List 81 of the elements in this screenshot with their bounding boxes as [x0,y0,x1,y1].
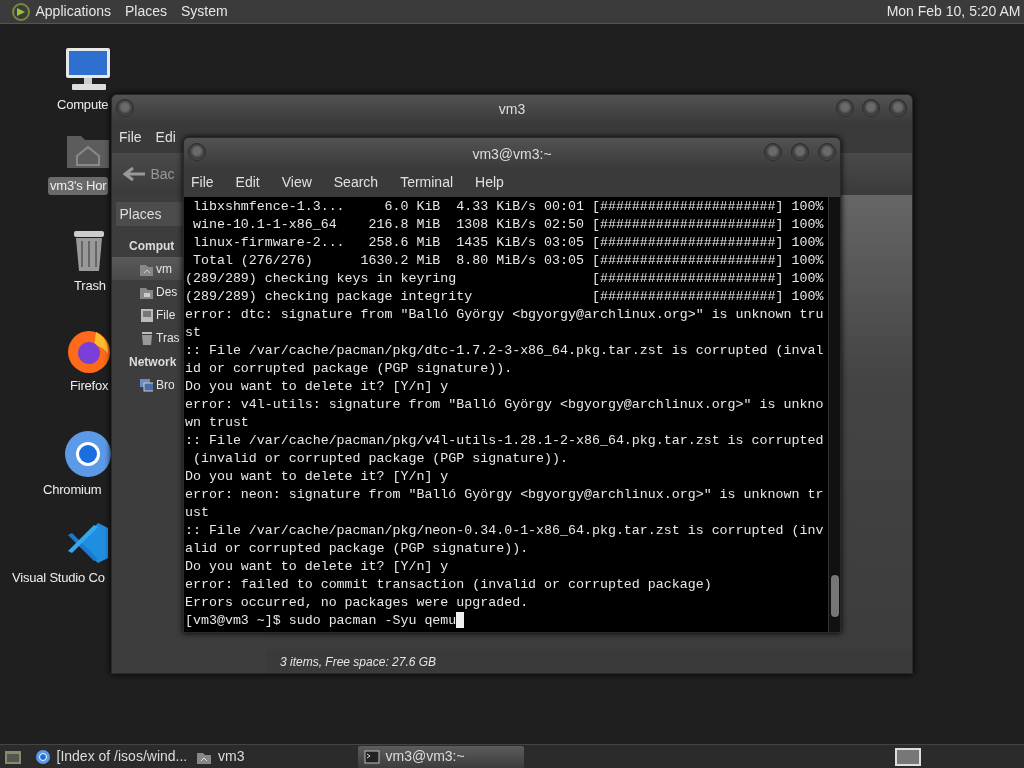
terminal-icon [363,748,380,765]
show-desktop-icon[interactable] [3,748,22,765]
chromium-icon [34,748,51,765]
terminal-line: (289/289) checking keys in keyring [######################] 100% [185,270,825,288]
chromium-icon[interactable] [64,430,112,478]
terminal-line: wn trust [185,414,250,432]
sidebar-item[interactable]: Des [112,280,183,303]
panel-menu[interactable]: Applications [35,1,111,22]
menu-item[interactable]: View [281,171,312,193]
menu-item[interactable]: Edi [155,126,176,148]
terminal-line: [vm3@vm3 ~]$ sudo pacman -Syu qemu [185,612,457,630]
firefox-icon[interactable] [66,328,112,374]
sidebar-item[interactable]: File [112,303,183,326]
sidebar-heading: Comput [129,238,175,255]
desktop-icon-label[interactable]: Compute [55,96,111,114]
window-menu-button[interactable] [188,143,206,161]
desktop-icon-label[interactable]: vm3's Hor [48,177,109,195]
status-bar-text: 3 items, Free space: 27.6 GB [280,653,437,671]
terminal-line: :: File /var/cache/pacman/pkg/neon-0.34.0-1-x86_64.pkg.tar.zst is corrupted (inv [185,522,825,540]
back-arrow-icon [123,166,147,182]
maximize-button[interactable] [791,143,809,161]
clock[interactable]: Mon Feb 10, 5:20 AM [886,1,1021,22]
sidebar-heading: Network [129,354,177,371]
terminal-line: error: dtc: signature from "Balló György <bgyorgy@archlinux.org>" is unknown tru [185,306,825,324]
sidebar-item[interactable]: Tras [112,326,183,349]
back-button[interactable]: Bac [119,163,179,185]
menu-item[interactable]: Edit [235,171,260,193]
window-title: vm3 [497,100,527,119]
minimize-button[interactable] [836,99,854,117]
terminal-line: linux-firmware-2... 258.6 MiB 1435 KiB/s 03:05 [######################] 100% [191,234,825,252]
sidebar-item[interactable]: vm [112,257,183,280]
menu-item[interactable]: File [191,171,214,193]
places-dropdown[interactable]: Places [115,202,184,226]
sidebar-item[interactable]: Bro [112,373,183,396]
maximize-button[interactable] [862,99,880,117]
text-cursor [456,612,465,628]
menu-item[interactable]: Help [475,171,504,193]
panel-menu[interactable]: System [181,1,228,22]
computer-icon[interactable] [64,46,112,92]
desktop-icon-label[interactable]: Chromium [41,481,104,499]
desktop-icon-label[interactable]: Firefox [68,377,111,395]
taskbar-button[interactable]: [Index of /isos/wind... [28,745,187,768]
taskbar-button[interactable]: vm3@vm3:~ [357,745,524,768]
trash-icon [139,329,153,346]
terminal-line: st [185,324,202,342]
terminal-line: (invalid or corrupted package (PGP signature)). [191,450,569,468]
terminal-line: Errors occurred, no packages were upgraded. [185,594,530,612]
terminal-line: :: File /var/cache/pacman/pkg/dtc-1.7.2-3-x86_64.pkg.tar.zst is corrupted (inval [185,342,825,360]
minimize-button[interactable] [764,143,782,161]
network-icon [139,376,153,393]
terminal-line: Total (276/276) 1630.2 MiB 8.80 MiB/s 03:05 [######################] 100% [191,252,825,270]
terminal-line: alid or corrupted package (PGP signature)). [185,540,530,558]
scrollbar-thumb[interactable] [831,575,839,617]
terminal-line: Do you want to delete it? [Y/n] y [185,468,450,486]
close-button[interactable] [889,99,907,117]
terminal-line: id or corrupted package (PGP signature)). [185,360,514,378]
desktop-icon-label[interactable]: Visual Studio Co [10,569,107,587]
terminal-line: ust [185,504,210,522]
desktop-icon-label[interactable]: Trash [72,277,108,295]
taskbar-button[interactable]: vm3 [190,745,354,768]
terminal-line: Do you want to delete it? [Y/n] y [185,558,450,576]
terminal-line: Do you want to delete it? [Y/n] y [185,378,450,396]
terminal-line: error: neon: signature from "Balló György <bgyorgy@archlinux.org>" is unknown tr [185,486,825,504]
terminal-line: (289/289) checking package integrity [######################] 100% [185,288,825,306]
menu-item[interactable]: File [119,126,142,148]
window-menu-button[interactable] [116,99,134,117]
terminal-line: wine-10.1-1-x86_64 216.8 MiB 1308 KiB/s 02:50 [######################] 100% [191,216,825,234]
code-editor-icon[interactable] [66,521,110,565]
terminal-line: error: failed to commit transaction (invalid or corrupted package) [185,576,713,594]
terminal-line: error: v4l-utils: signature from "Balló György <bgyorgy@archlinux.org>" is unkno [185,396,825,414]
panel-menu[interactable]: Places [125,1,168,22]
menu-item[interactable]: Search [333,171,379,193]
workspace-switcher[interactable] [894,747,921,766]
window-title: vm3@vm3:~ [471,145,553,164]
scrollbar[interactable] [828,197,840,632]
terminal-line: libxshmfence-1.3... 6.0 KiB 4.33 KiB/s 00:01 [######################] 100% [191,198,825,216]
terminal-line: :: File /var/cache/pacman/pkg/v4l-utils-1.28.1-2-x86_64.pkg.tar.zst is corrupted [185,432,825,450]
distro-logo-icon[interactable] [11,2,30,21]
close-button[interactable] [818,143,836,161]
menu-item[interactable]: Terminal [400,171,454,193]
drive-icon [139,306,153,323]
